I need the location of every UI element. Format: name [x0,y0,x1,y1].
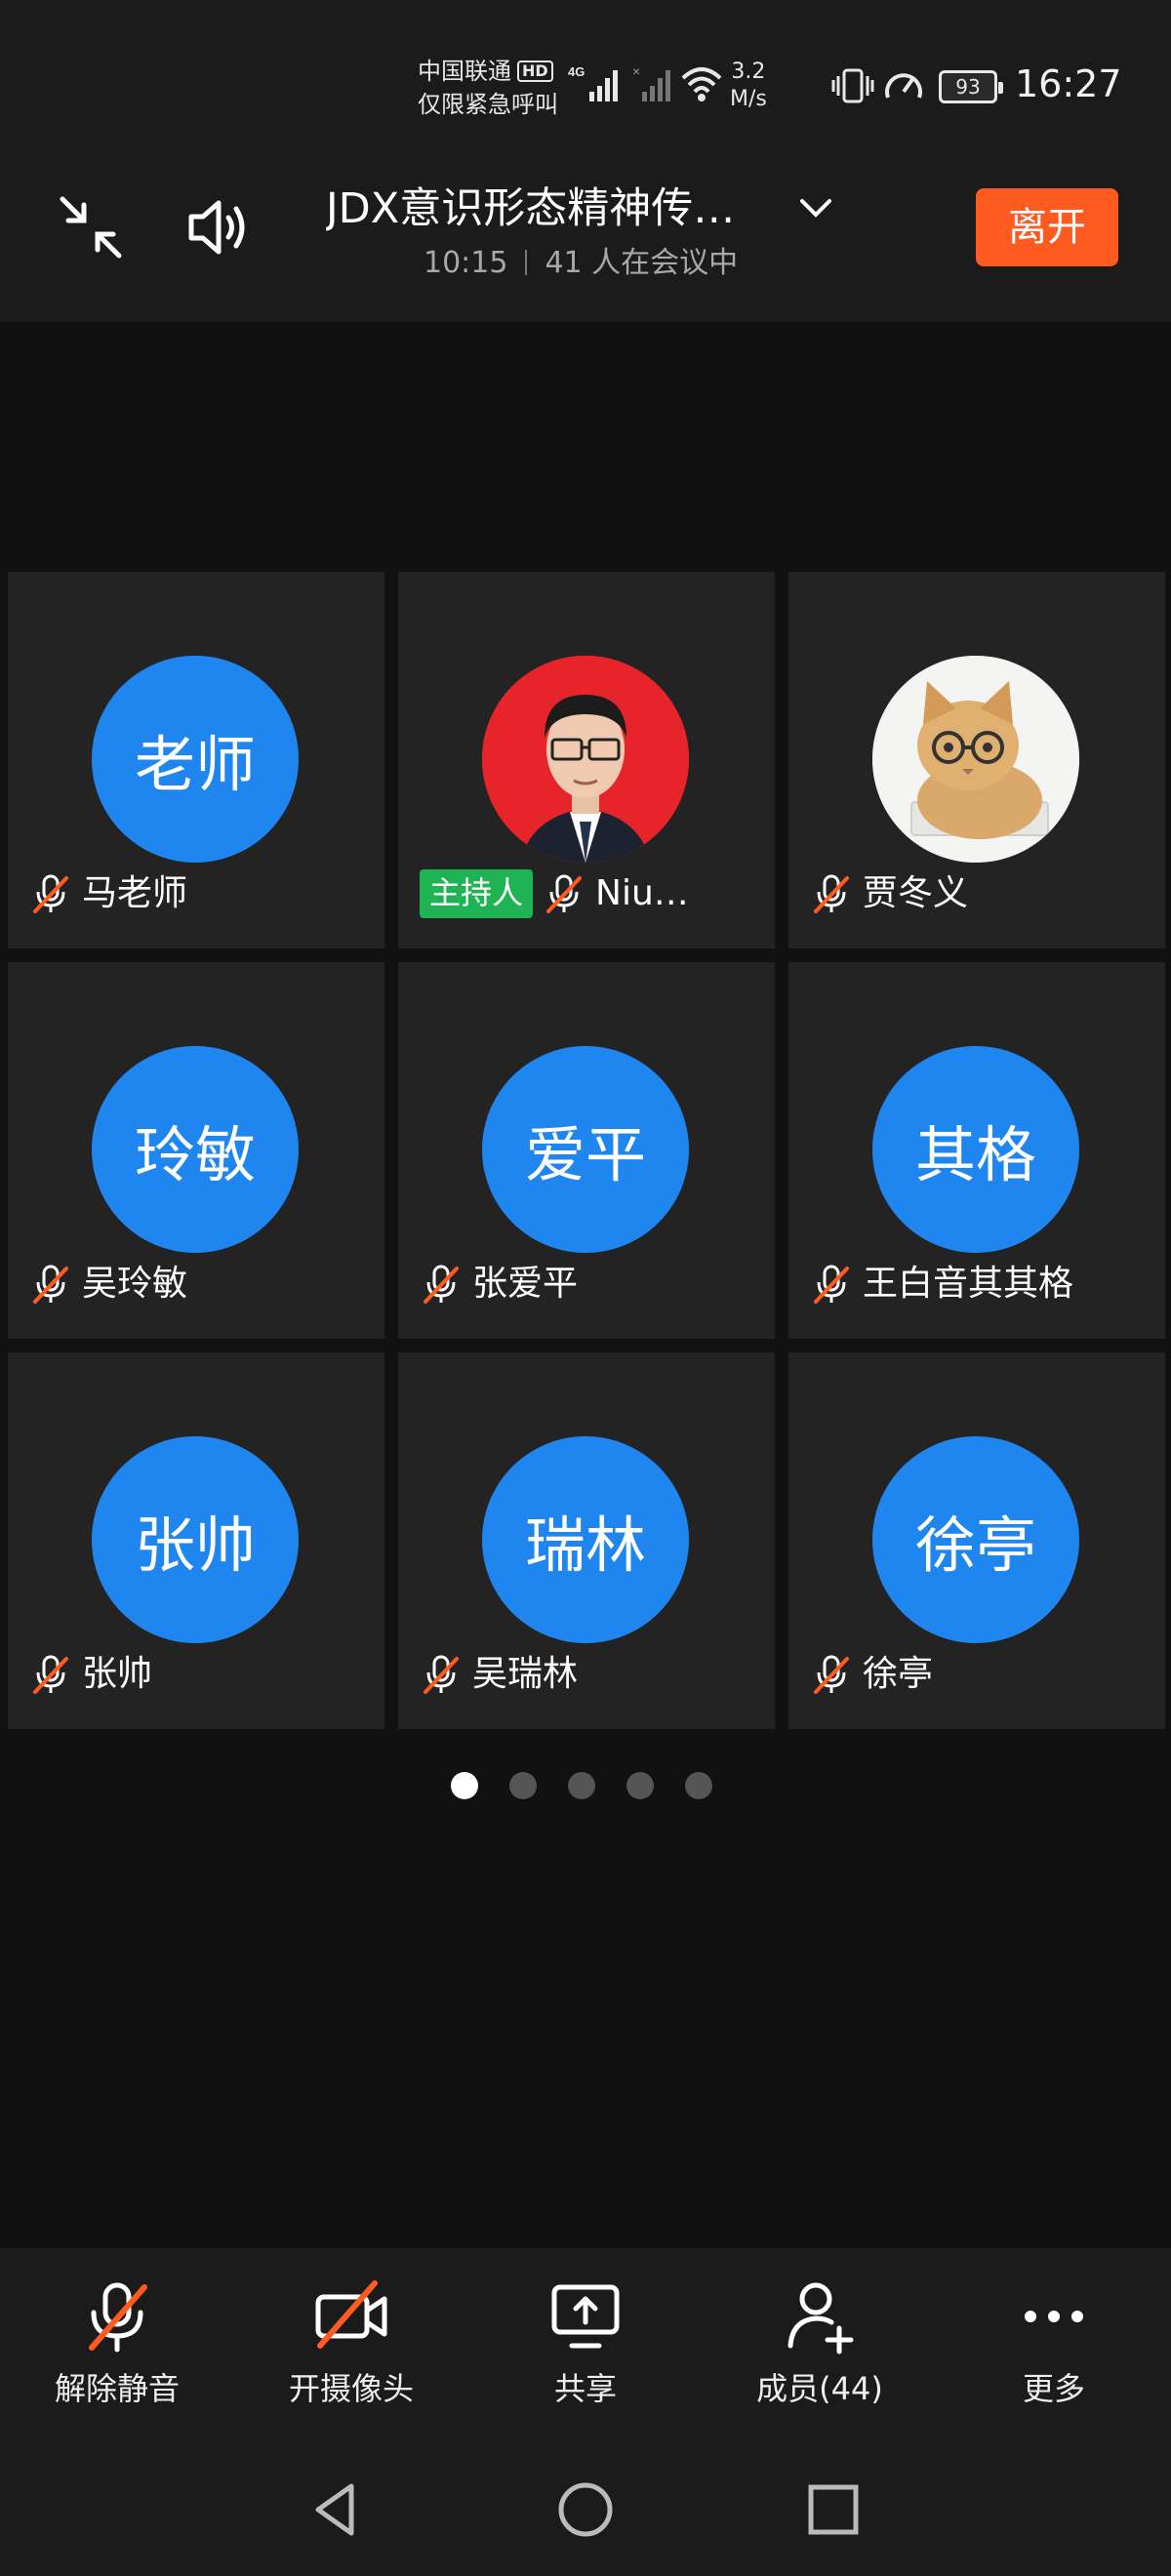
participant-name: 张帅 [82,1654,153,1694]
host-badge: 主持人 [420,869,534,918]
status-time: 16:27 [1015,62,1122,105]
participant-name: 马老师 [82,873,188,913]
avatar: 瑞林 [482,1436,689,1643]
participant-tile[interactable]: 徐亭 徐亭 [788,1352,1165,1729]
participant-tile[interactable]: 老师 马老师 [8,572,384,948]
mic-muted-icon [33,874,68,913]
carrier-name: 中国联通 [418,58,511,85]
participant-grid: 老师 马老师 主持人 Niu… 贾冬义 玲敏 吴玲敏 爱平 张爱平 其格 王白音… [8,572,1165,1729]
mic-muted-icon [33,1655,68,1694]
more-icon [1025,2311,1083,2322]
mic-muted-icon [814,1655,849,1694]
avatar: 徐亭 [872,1436,1079,1643]
participant-name: Niu… [595,873,689,913]
more-button[interactable]: 更多 [947,2277,1161,2408]
unmute-button[interactable]: 解除静音 [10,2277,224,2408]
page-dot-1[interactable] [451,1772,478,1799]
chevron-down-icon[interactable] [796,189,835,228]
participant-tile[interactable]: 主持人 Niu… [398,572,775,948]
participant-name: 吴瑞林 [472,1654,579,1694]
camera-button[interactable]: 开摄像头 [244,2277,459,2408]
network-type: 4G [568,64,585,79]
recents-nav-icon[interactable] [802,2478,865,2541]
mic-muted-icon [814,874,849,913]
speedometer-icon [885,73,922,99]
participant-tile[interactable]: 张帅 张帅 [8,1352,384,1729]
home-nav-icon[interactable] [554,2478,617,2541]
page-dot-3[interactable] [568,1772,595,1799]
more-label: 更多 [1022,2370,1085,2407]
meeting-status: 10:15 41 人在会议中 [424,244,738,283]
share-label: 共享 [553,2370,617,2407]
avatar: 玲敏 [92,1046,299,1253]
speaker-icon[interactable] [185,191,258,263]
members-label: 成员(44) [756,2370,883,2407]
hd-badge: HD [517,60,553,82]
page-dot-2[interactable] [509,1772,537,1799]
back-nav-icon[interactable] [304,2478,367,2541]
elapsed-time: 10:15 [424,246,508,280]
share-screen-icon [551,2284,620,2349]
meeting-toolbar: 解除静音 开摄像头 共享 成员(44) 更多 [0,2248,1171,2443]
avatar: 其格 [872,1046,1079,1253]
mic-muted-icon [424,1655,459,1694]
participant-name: 贾冬义 [863,873,969,913]
avatar [872,656,1079,863]
vibrate-icon [831,68,874,103]
system-nav-bar [0,2443,1171,2576]
leave-button[interactable]: 离开 [976,188,1118,266]
page-dot-5[interactable] [685,1772,712,1799]
camera-label: 开摄像头 [288,2370,414,2407]
mic-muted-icon [424,1265,459,1304]
participant-name: 王白音其其格 [863,1264,1074,1304]
emergency-only-text: 仅限紧急呼叫 [418,91,558,118]
share-button[interactable]: 共享 [478,2277,693,2408]
unmute-label: 解除静音 [54,2370,180,2407]
mic-muted-icon [546,874,583,913]
meeting-header: JDX意识形态精神传… 10:15 41 人在会议中 离开 [0,166,1171,322]
mic-muted-icon [89,2282,147,2353]
participant-tile[interactable]: 贾冬义 [788,572,1165,948]
participant-tile[interactable]: 玲敏 吴玲敏 [8,962,384,1339]
participant-tile[interactable]: 爱平 张爱平 [398,962,775,1339]
avatar [482,656,689,863]
carrier-info: 中国联通 HD 仅限紧急呼叫 [418,55,558,121]
cell-signal-2-icon: × [632,63,670,101]
mic-muted-icon [814,1265,849,1304]
camera-off-icon [315,2280,387,2349]
battery-icon: 93 [939,70,1003,103]
host-photo [482,656,689,863]
avatar: 爱平 [482,1046,689,1253]
svg-text:×: × [632,63,640,79]
exit-fullscreen-icon[interactable] [55,191,127,263]
participant-name: 吴玲敏 [82,1264,188,1304]
members-button[interactable]: 成员(44) [712,2277,927,2408]
network-speed: 3.2 M/s [730,60,767,111]
participant-count: 41 人在会议中 [545,246,739,280]
mic-muted-icon [33,1265,68,1304]
avatar: 老师 [92,656,299,863]
participant-tile[interactable]: 瑞林 吴瑞林 [398,1352,775,1729]
status-bar: 中国联通 HD 仅限紧急呼叫 4G × 3.2 M/s 93 16:27 [0,0,1171,166]
avatar: 张帅 [92,1436,299,1643]
page-indicator [451,1772,712,1799]
participant-tile[interactable]: 其格 王白音其其格 [788,962,1165,1339]
wifi-icon [681,67,722,101]
add-member-icon [787,2282,854,2355]
participant-name: 徐亭 [863,1654,934,1694]
page-dot-4[interactable] [626,1772,654,1799]
meeting-title[interactable]: JDX意识形态精神传… [326,180,775,238]
cell-signal-icon: 4G [568,64,618,101]
participant-name: 张爱平 [472,1264,579,1304]
cat-photo [872,656,1079,863]
